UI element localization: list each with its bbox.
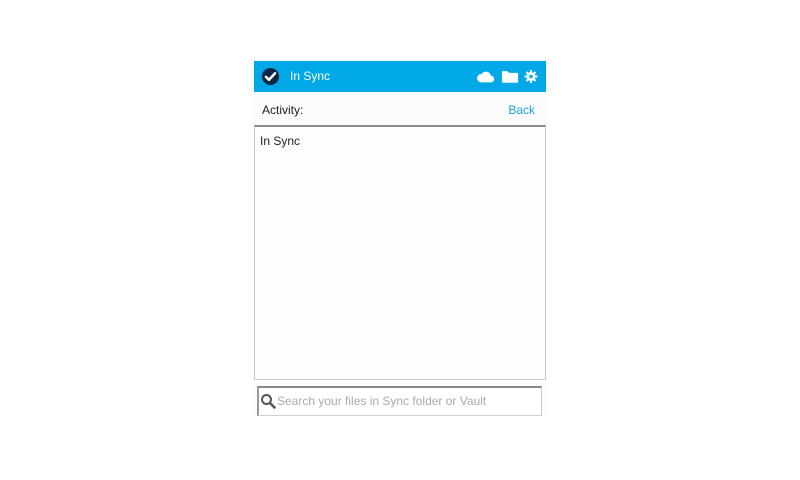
activity-header: Activity: Back xyxy=(254,92,546,125)
back-link[interactable]: Back xyxy=(508,103,535,117)
search-input[interactable] xyxy=(277,390,535,412)
activity-label: Activity: xyxy=(262,103,304,117)
gear-icon[interactable] xyxy=(524,68,538,85)
sync-app-window: In Sync Activity: Back In Sync Search yo… xyxy=(254,61,546,416)
search-box[interactable] xyxy=(257,386,542,416)
activity-log-panel[interactable]: In Sync xyxy=(254,125,546,380)
cloud-icon[interactable] xyxy=(475,68,495,85)
search-icon xyxy=(261,394,276,409)
activity-entry: In Sync xyxy=(260,134,301,148)
check-circle-icon xyxy=(261,67,280,86)
folder-icon[interactable] xyxy=(501,68,519,85)
title-bar: In Sync xyxy=(254,61,546,92)
status-title: In Sync xyxy=(290,69,331,83)
